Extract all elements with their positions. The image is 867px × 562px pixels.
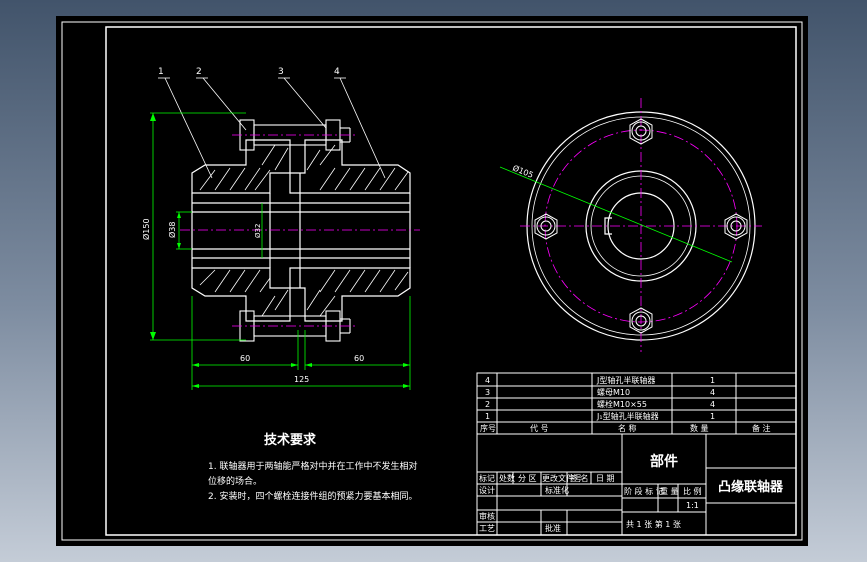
tb-design: 设计 — [479, 485, 495, 495]
tb-count: 处数 — [499, 473, 515, 483]
balloon-1: 1 — [158, 67, 164, 77]
drawing-title: 凸缘联轴器 — [718, 479, 784, 495]
tb-zone: 分 区 — [518, 474, 537, 483]
dim-left-length: 60 — [240, 354, 250, 363]
part-row-1-qty: 1 — [710, 412, 715, 421]
balloon-2: 2 — [196, 67, 202, 77]
requirements-heading: 技术要求 — [264, 432, 317, 448]
requirement-line-1: 1. 联轴器用于两轴能严格对中并在工作中不发生相对 — [208, 460, 417, 472]
balloon-3: 3 — [278, 67, 284, 77]
tb-stage: 阶 段 标 记 — [624, 486, 664, 496]
drawing-sheet — [56, 16, 808, 546]
part-row-4-name: J型轴孔半联轴器 — [596, 375, 655, 385]
tb-scale: 1:1 — [686, 501, 699, 510]
part-row-3-name: 螺母M10 — [597, 387, 630, 397]
tb-sign: 签 名 — [570, 473, 589, 483]
dim-right-length: 60 — [354, 354, 364, 363]
parts-header-name: 名 称 — [618, 423, 637, 433]
parts-header-qty: 数 量 — [690, 423, 709, 433]
tb-weight: 重 量 — [660, 486, 679, 496]
tb-approve: 批准 — [545, 523, 561, 533]
tb-date: 日 期 — [596, 474, 615, 483]
dim-bore-diameter: Ø38 — [167, 222, 177, 238]
part-row-2-no: 2 — [485, 400, 490, 409]
part-row-1-name: J₁型轴孔半联轴器 — [596, 411, 659, 421]
dim-outer-diameter: Ø150 — [141, 218, 151, 240]
tb-process: 工艺 — [479, 524, 495, 533]
tb-ratio: 比 例 — [683, 486, 702, 496]
drawing-kind: 部件 — [650, 453, 678, 470]
part-row-3-no: 3 — [485, 388, 490, 397]
parts-header-no: 序号 — [480, 423, 496, 433]
tb-review: 审核 — [479, 511, 495, 521]
part-row-4-no: 4 — [485, 376, 490, 385]
part-row-4-qty: 1 — [710, 376, 715, 385]
dim-bore-diameter-2: Ø32 — [254, 224, 262, 238]
part-row-1-no: 1 — [485, 412, 490, 421]
part-row-2-name: 螺栓M10×55 — [597, 399, 647, 409]
parts-header-code: 代 号 — [530, 423, 549, 433]
part-row-3-qty: 4 — [710, 388, 715, 397]
cad-drawing-canvas: 1 2 3 4 Ø150 Ø38 Ø32 60 60 125 Ø105 技术要求… — [56, 16, 808, 546]
part-row-2-qty: 4 — [710, 400, 715, 409]
requirement-line-2: 位移的场合。 — [208, 475, 262, 487]
tb-mark: 标记 — [479, 473, 495, 483]
tb-standard: 标准化 — [545, 485, 569, 495]
requirement-line-3: 2. 安装时，四个螺栓连接件组的预紧力要基本相同。 — [208, 490, 417, 502]
dim-total-length: 125 — [294, 375, 309, 384]
tb-sheet: 共 1 张 第 1 张 — [626, 519, 681, 529]
parts-header-remark: 备 注 — [752, 423, 771, 433]
balloon-4: 4 — [334, 67, 340, 77]
